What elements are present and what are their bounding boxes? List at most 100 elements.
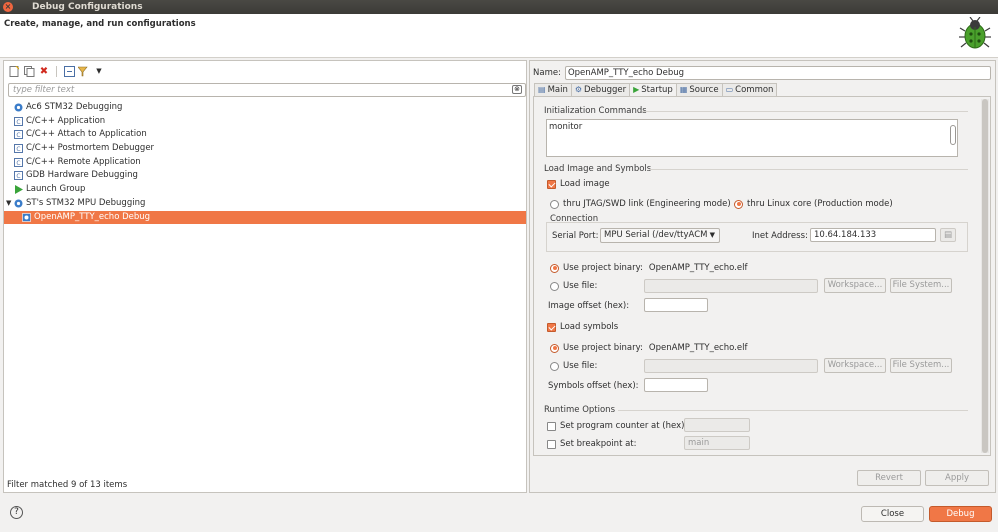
- startup-tab-content: Initialization Commands monitor Load Ima…: [533, 96, 991, 456]
- symbols-use-project-binary-dot[interactable]: [550, 343, 559, 353]
- name-row: Name:: [533, 66, 991, 80]
- jtag-radio[interactable]: thru JTAG/SWD link (Engineering mode): [550, 199, 731, 209]
- set-breakpoint-input[interactable]: main: [684, 436, 750, 450]
- symbols-use-file-label: Use file:: [563, 361, 598, 371]
- inet-address-label: Inet Address:: [752, 231, 808, 241]
- load-image-label: Load image: [560, 179, 610, 189]
- debug-button[interactable]: Debug: [929, 506, 992, 522]
- serial-port-select[interactable]: MPU Serial (/dev/ttyACM ▼: [600, 228, 720, 243]
- tab-startup[interactable]: ▶ Startup: [629, 83, 677, 96]
- load-image-check[interactable]: [547, 179, 556, 189]
- c-app-icon: C: [14, 116, 23, 126]
- toolbar-separator: [56, 65, 57, 77]
- symbols-filesystem-button[interactable]: File System...: [890, 358, 952, 373]
- linux-core-radio[interactable]: thru Linux core (Production mode): [734, 199, 893, 209]
- dialog-subtitle: Create, manage, and run configurations: [4, 19, 196, 29]
- c-attach-icon: C: [14, 130, 23, 140]
- set-breakpoint-checkbox[interactable]: Set breakpoint at:: [547, 439, 637, 449]
- init-commands-title: Initialization Commands: [544, 106, 647, 116]
- tree-item[interactable]: C C/C++ Postmortem Debugger: [4, 142, 526, 156]
- apply-button[interactable]: Apply: [925, 470, 989, 486]
- startup-scrollbar[interactable]: [981, 99, 989, 453]
- symbols-offset-label: Symbols offset (hex):: [548, 381, 639, 391]
- image-offset-input[interactable]: [644, 298, 708, 312]
- svg-text:C: C: [16, 132, 20, 139]
- close-window-icon[interactable]: ×: [3, 2, 13, 12]
- tab-label: Debugger: [584, 85, 627, 95]
- tree-item[interactable]: ▼ ST's STM32 MPU Debugging: [4, 197, 526, 211]
- chevron-down-icon[interactable]: ▼: [93, 65, 105, 77]
- debug-config-icon: [22, 212, 31, 222]
- image-use-project-binary-radio[interactable]: Use project binary: OpenAMP_TTY_echo.elf: [550, 263, 747, 273]
- expand-triangle-icon[interactable]: ▼: [6, 197, 11, 211]
- set-breakpoint-check[interactable]: [547, 439, 556, 449]
- jtag-label: thru JTAG/SWD link (Engineering mode): [563, 199, 731, 209]
- tree-item[interactable]: C C/C++ Remote Application: [4, 156, 526, 170]
- tab-source[interactable]: ▦ Source: [675, 83, 723, 96]
- group-divider: [618, 410, 968, 411]
- new-configuration-icon[interactable]: [8, 65, 20, 77]
- tab-debugger[interactable]: ⚙ Debugger: [570, 83, 631, 96]
- serial-port-value: MPU Serial (/dev/ttyACM: [604, 230, 708, 240]
- symbols-use-file-dot[interactable]: [550, 361, 559, 371]
- set-pc-check[interactable]: [547, 421, 556, 431]
- image-use-project-binary-dot[interactable]: [550, 263, 559, 273]
- tab-common[interactable]: ▭ Common: [721, 83, 778, 96]
- tree-item-label: C/C++ Remote Application: [26, 156, 141, 167]
- load-symbols-checkbox[interactable]: Load symbols: [547, 322, 618, 332]
- startup-tab-icon: ▶: [633, 85, 640, 94]
- image-file-input[interactable]: [644, 279, 818, 293]
- tree-item[interactable]: C C/C++ Application: [4, 115, 526, 129]
- tree-item[interactable]: OpenAMP_TTY_echo Debug: [4, 210, 526, 225]
- tree-item[interactable]: C C/C++ Attach to Application: [4, 128, 526, 142]
- duplicate-configuration-icon[interactable]: [23, 65, 35, 77]
- image-use-file-radio[interactable]: Use file:: [550, 281, 597, 291]
- tree-item[interactable]: Ac6 STM32 Debugging: [4, 101, 526, 115]
- set-pc-input[interactable]: [684, 418, 750, 432]
- st-mpu-icon: [14, 199, 23, 208]
- clear-filter-icon[interactable]: ⊗: [512, 85, 522, 94]
- svg-text:C: C: [16, 173, 20, 180]
- group-divider: [650, 169, 968, 170]
- load-symbols-check[interactable]: [547, 322, 556, 332]
- delete-configuration-icon[interactable]: ✖: [38, 65, 50, 77]
- name-input[interactable]: [564, 66, 991, 80]
- scrollbar-thumb[interactable]: [982, 99, 988, 453]
- chevron-down-icon: ▼: [709, 231, 715, 239]
- symbols-use-file-radio[interactable]: Use file:: [550, 361, 597, 371]
- group-divider: [642, 111, 968, 112]
- tree-item-label: Launch Group: [26, 184, 86, 195]
- load-image-checkbox[interactable]: Load image: [547, 179, 610, 189]
- help-icon[interactable]: ?: [10, 506, 23, 519]
- collapse-all-icon[interactable]: [63, 65, 75, 77]
- c-postmortem-icon: C: [14, 144, 23, 154]
- init-commands-textarea[interactable]: monitor: [546, 119, 958, 157]
- load-symbols-label: Load symbols: [560, 322, 619, 332]
- tree-item[interactable]: C GDB Hardware Debugging: [4, 169, 526, 183]
- filter-configurations-icon[interactable]: [78, 65, 90, 77]
- tab-label: Common: [735, 85, 774, 95]
- symbols-workspace-button[interactable]: Workspace...: [824, 358, 886, 373]
- tree-item[interactable]: Launch Group: [4, 183, 526, 197]
- svg-text:C: C: [16, 160, 20, 167]
- close-button[interactable]: Close: [861, 506, 924, 522]
- c-remote-icon: C: [14, 157, 23, 167]
- inet-address-input[interactable]: 10.64.184.133: [810, 228, 936, 242]
- inet-browse-icon[interactable]: ▤: [940, 228, 956, 242]
- image-workspace-button[interactable]: Workspace...: [824, 278, 886, 293]
- textarea-scrollbar[interactable]: [950, 125, 956, 145]
- symbols-use-project-binary-radio[interactable]: Use project binary: OpenAMP_TTY_echo.elf: [550, 343, 747, 353]
- symbols-file-input[interactable]: [644, 359, 818, 373]
- runtime-options-title: Runtime Options: [544, 405, 616, 415]
- tab-main[interactable]: ▤ Main: [534, 83, 572, 96]
- jtag-radio-dot[interactable]: [550, 199, 559, 209]
- image-use-file-dot[interactable]: [550, 281, 559, 291]
- filter-field[interactable]: ⊗: [8, 83, 526, 97]
- symbols-offset-input[interactable]: [644, 378, 708, 392]
- linux-core-radio-dot[interactable]: [734, 199, 743, 209]
- name-label: Name:: [533, 68, 561, 78]
- image-filesystem-button[interactable]: File System...: [890, 278, 952, 293]
- set-pc-checkbox[interactable]: Set program counter at (hex):: [547, 421, 687, 431]
- filter-input[interactable]: [11, 84, 506, 96]
- revert-button[interactable]: Revert: [857, 470, 921, 486]
